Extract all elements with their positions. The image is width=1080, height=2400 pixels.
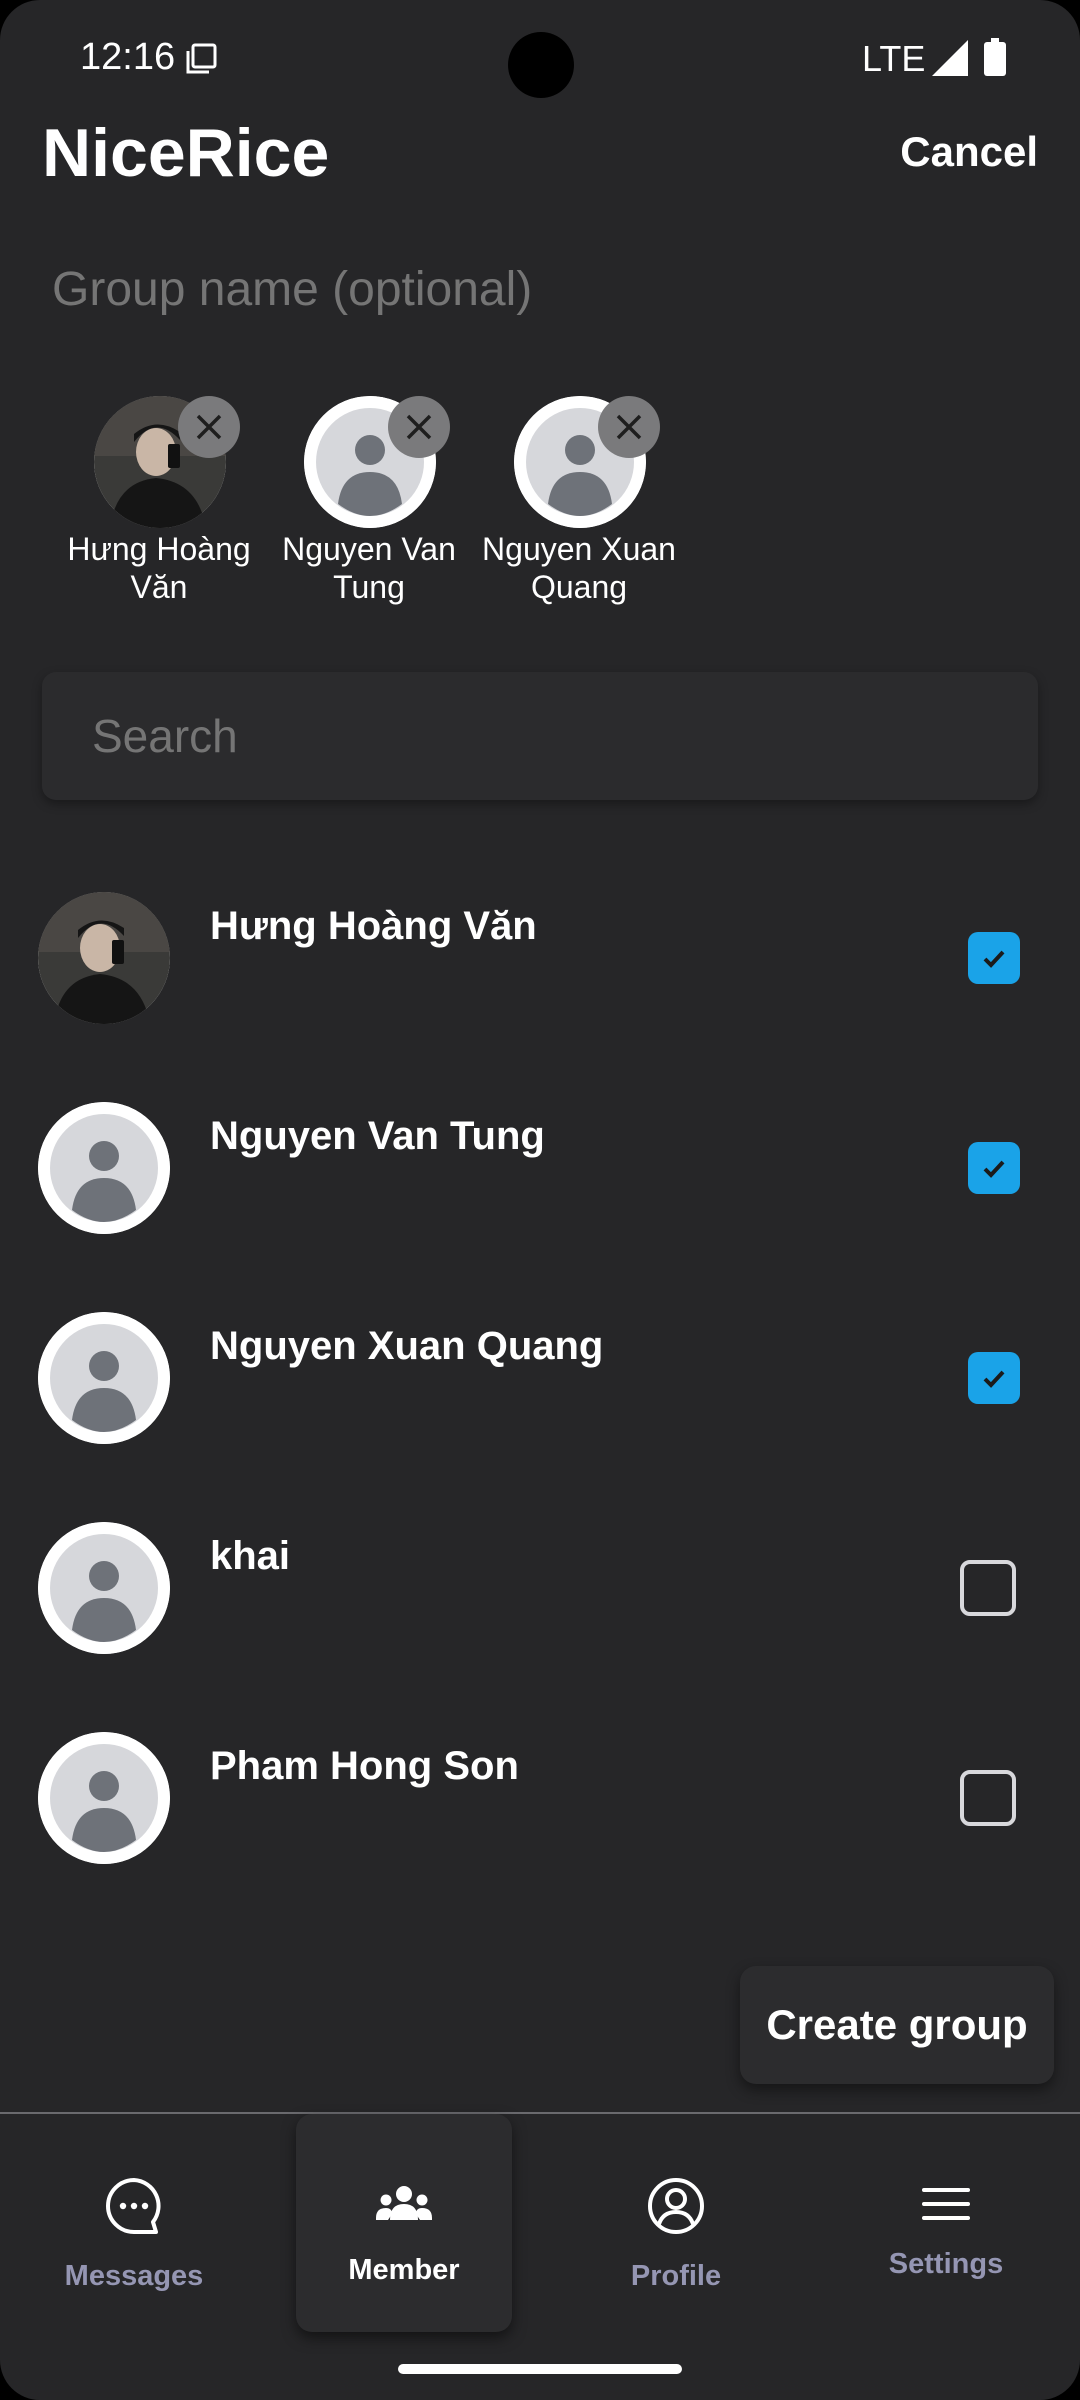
nav-item-messages[interactable]: Messages (24, 2114, 244, 2334)
contact-row[interactable]: Pham Hong Son (0, 1732, 1080, 1942)
contact-name: Pham Hong Son (210, 1744, 519, 1788)
close-icon (616, 414, 642, 440)
nav-label: Profile (630, 2260, 722, 2292)
close-icon (196, 414, 222, 440)
select-checkbox[interactable] (968, 1142, 1020, 1194)
check-icon (983, 950, 1005, 968)
menu-icon (922, 2188, 970, 2220)
close-icon (406, 414, 432, 440)
selected-member-name: Nguyen Van Tung (282, 531, 456, 605)
camera-cutout (508, 32, 574, 98)
remove-member-button[interactable] (178, 396, 240, 458)
contact-row[interactable]: Nguyen Xuan Quang (0, 1312, 1080, 1522)
contact-name: Nguyen Van Tung (210, 1114, 545, 1158)
avatar (38, 892, 170, 1024)
avatar (38, 1102, 170, 1234)
group-name-input[interactable] (52, 254, 1032, 324)
nav-label: Member (348, 2254, 460, 2286)
create-group-button[interactable]: Create group (740, 1966, 1054, 2084)
app-title: NiceRice (42, 115, 330, 191)
remove-member-button[interactable] (598, 396, 660, 458)
select-checkbox[interactable] (960, 1560, 1016, 1616)
select-checkbox[interactable] (960, 1770, 1016, 1826)
remove-member-button[interactable] (388, 396, 450, 458)
user-circle-icon (648, 2178, 704, 2234)
nav-label: Settings (888, 2248, 1004, 2280)
profile-photo (38, 892, 170, 1024)
search-box (42, 672, 1038, 800)
screen: 12:16 LTE NiceRice Cancel Group name (op… (0, 0, 1080, 2400)
nav-item-member[interactable]: Member (296, 2114, 512, 2332)
contact-name: khai (210, 1534, 291, 1578)
default-avatar-icon (38, 1312, 170, 1444)
screenshot-notification-icon (186, 43, 217, 74)
group-icon (376, 2186, 432, 2220)
signal-icon (932, 40, 968, 76)
search-input[interactable] (92, 706, 972, 766)
status-time: 12:16 (80, 36, 176, 78)
contact-row[interactable]: Hưng Hoàng Văn (0, 892, 1080, 1102)
chat-bubble-icon (106, 2178, 161, 2234)
avatar (38, 1732, 170, 1864)
check-icon (983, 1160, 1005, 1178)
network-type: LTE (862, 38, 926, 79)
nav-item-settings[interactable]: Settings (836, 2114, 1056, 2334)
contact-row[interactable]: khai (0, 1522, 1080, 1732)
contact-name: Nguyen Xuan Quang (210, 1324, 604, 1368)
default-avatar-icon (38, 1732, 170, 1864)
cancel-button[interactable]: Cancel (900, 128, 1038, 176)
avatar (38, 1522, 170, 1654)
bottom-navigation: Messages Member Profile Settings (0, 2114, 1080, 2400)
select-checkbox[interactable] (968, 1352, 1020, 1404)
contact-row[interactable]: Nguyen Van Tung (0, 1102, 1080, 1312)
selected-member-name: Hưng Hoàng Văn (67, 531, 251, 605)
battery-icon (984, 38, 1006, 76)
nav-label: Messages (64, 2260, 204, 2292)
home-indicator (398, 2364, 682, 2374)
check-icon (983, 1370, 1005, 1388)
select-checkbox[interactable] (968, 932, 1020, 984)
nav-item-profile[interactable]: Profile (566, 2114, 786, 2334)
default-avatar-icon (38, 1522, 170, 1654)
default-avatar-icon (38, 1102, 170, 1234)
contact-name: Hưng Hoàng Văn (210, 904, 537, 948)
avatar (38, 1312, 170, 1444)
selected-member-name: Nguyen Xuan Quang (482, 531, 676, 605)
